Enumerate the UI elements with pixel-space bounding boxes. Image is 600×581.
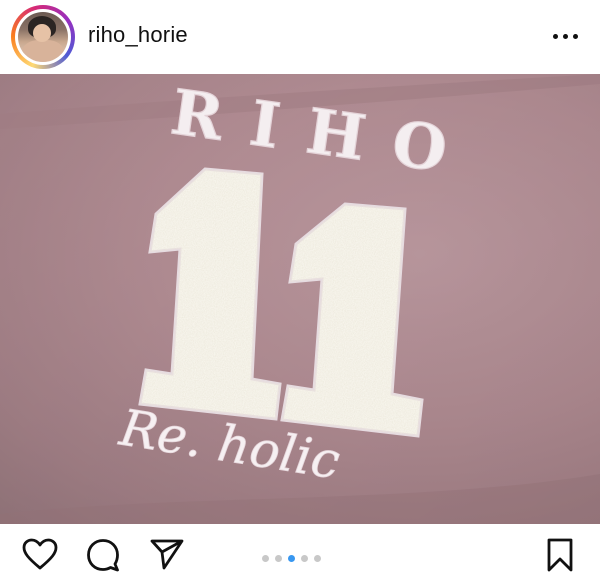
comment-icon[interactable] [86, 538, 120, 572]
bookmark-icon[interactable] [546, 538, 574, 572]
instagram-post: riho_horie RIHO Re. holic [0, 0, 600, 581]
carousel-dot [301, 555, 308, 562]
carousel-dot [262, 555, 269, 562]
send-icon[interactable] [150, 538, 184, 570]
avatar[interactable] [11, 5, 75, 69]
post-header: riho_horie [0, 0, 600, 74]
heart-icon[interactable] [22, 538, 58, 570]
post-image[interactable]: RIHO Re. holic [0, 74, 600, 524]
ellipsis-icon[interactable] [553, 26, 581, 46]
carousel-dot [314, 555, 321, 562]
carousel-dot [275, 555, 282, 562]
jacket-photo-svg: RIHO Re. holic [0, 74, 600, 524]
avatar-photo [18, 12, 68, 62]
action-bar [0, 524, 600, 581]
carousel-dot-active [288, 555, 295, 562]
carousel-indicator [262, 555, 321, 562]
username-link[interactable]: riho_horie [88, 22, 188, 48]
